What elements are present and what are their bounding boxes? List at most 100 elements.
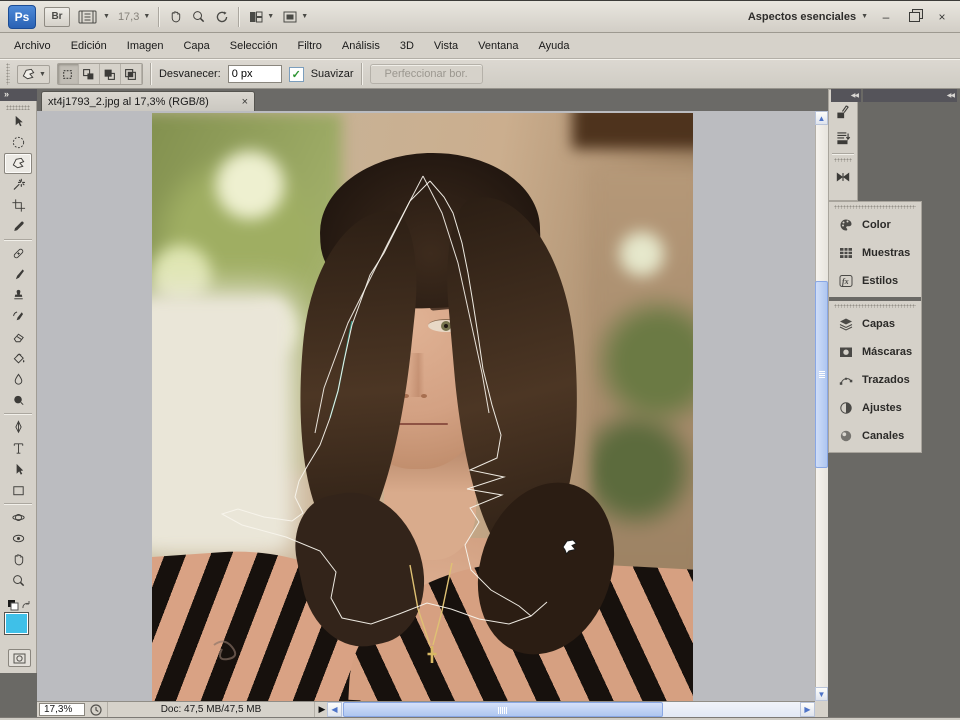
feather-input[interactable] — [228, 65, 282, 83]
layers-panel-button[interactable]: Capas — [829, 310, 921, 338]
default-colors-icon[interactable] — [7, 599, 31, 611]
masks-panel-button[interactable]: Máscaras — [829, 338, 921, 366]
swatches-panel-button[interactable]: Muestras — [829, 239, 921, 267]
restore-button[interactable] — [904, 8, 924, 26]
workspace-switcher[interactable]: Aspectos esenciales ▼ — [748, 11, 868, 23]
menu-filtro[interactable]: Filtro — [287, 36, 331, 56]
scroll-left-button[interactable]: ◀ — [327, 702, 342, 717]
color-panel-button[interactable]: Color — [829, 211, 921, 239]
move-tool[interactable] — [4, 111, 32, 132]
new-selection-button[interactable] — [58, 64, 79, 84]
panel-label: Trazados — [862, 374, 910, 386]
panel-dock: ◀◀ ◀◀ Color Muestras Estilos — [828, 89, 960, 717]
hand-tool-shortcut[interactable] — [168, 9, 183, 24]
document-tab[interactable]: xt4j1793_2.jpg al 17,3% (RGB/8) × — [41, 91, 255, 111]
eyedropper-tool[interactable] — [4, 216, 32, 237]
scroll-down-button[interactable]: ▼ — [815, 687, 828, 701]
selection-mode-group — [57, 63, 143, 85]
horizontal-scrollbar[interactable]: ◀ ▶ — [327, 702, 815, 717]
history-brush-tool[interactable] — [4, 306, 32, 327]
divider — [4, 413, 32, 415]
channels-panel-button[interactable]: Canales — [829, 422, 921, 450]
elliptical-marquee-tool[interactable] — [4, 132, 32, 153]
restore-icon — [909, 12, 920, 22]
screen-mode-button[interactable]: ▼ — [282, 9, 308, 25]
arrange-documents-button[interactable]: ▼ — [248, 9, 274, 25]
menu-imagen[interactable]: Imagen — [117, 36, 174, 56]
polygonal-lasso-icon — [23, 69, 33, 78]
type-tool[interactable] — [4, 438, 32, 459]
menu-ayuda[interactable]: Ayuda — [529, 36, 580, 56]
menu-ventana[interactable]: Ventana — [468, 36, 528, 56]
grip-handle[interactable] — [6, 63, 10, 85]
menu-edicion[interactable]: Edición — [61, 36, 117, 56]
polygonal-lasso-tool[interactable] — [4, 153, 32, 174]
styles-panel-button[interactable]: Estilos — [829, 267, 921, 295]
intersect-selection-button[interactable] — [121, 64, 142, 84]
photo-document[interactable] — [152, 113, 693, 701]
zoom-tool-shortcut[interactable] — [191, 9, 206, 24]
zoom-percent-field[interactable]: 17,3% — [39, 703, 85, 716]
hand-tool[interactable] — [4, 549, 32, 570]
menu-capa[interactable]: Capa — [173, 36, 219, 56]
adjustments-panel-button[interactable]: Ajustes — [829, 394, 921, 422]
clone-stamp-tool[interactable] — [4, 285, 32, 306]
blur-tool[interactable] — [4, 369, 32, 390]
history-icon — [837, 133, 849, 144]
grip-handle[interactable] — [834, 205, 916, 209]
crop-tool[interactable] — [4, 195, 32, 216]
eraser-tool[interactable] — [4, 327, 32, 348]
divider — [4, 503, 32, 505]
menu-archivo[interactable]: Archivo — [4, 36, 61, 56]
path-selection-tool[interactable] — [4, 459, 32, 480]
magic-wand-tool[interactable] — [4, 174, 32, 195]
3d-rotate-tool[interactable] — [4, 507, 32, 528]
pen-tool[interactable] — [4, 417, 32, 438]
rotate-view-button[interactable] — [214, 9, 230, 25]
subtract-from-selection-button[interactable] — [100, 64, 121, 84]
quick-mask-button[interactable] — [8, 649, 31, 667]
burn-tool[interactable] — [4, 390, 32, 411]
history-panel-button[interactable] — [829, 125, 857, 151]
grip-handle[interactable] — [6, 105, 30, 110]
refine-edge-button[interactable]: Perfeccionar bor. — [370, 64, 483, 84]
brushes-panel-button[interactable] — [829, 164, 857, 190]
launch-bridge-button[interactable]: Br — [44, 7, 70, 27]
minimize-button[interactable]: – — [876, 8, 896, 26]
background-beam — [572, 113, 693, 149]
close-button[interactable]: × — [932, 8, 952, 26]
add-to-selection-button[interactable] — [79, 64, 100, 84]
scroll-up-button[interactable]: ▲ — [815, 111, 828, 125]
scroll-right-button[interactable]: ▶ — [800, 702, 815, 717]
menu-vista[interactable]: Vista — [424, 36, 468, 56]
spot-healing-brush-tool[interactable] — [4, 243, 32, 264]
vertical-scrollbar-thumb[interactable] — [815, 281, 828, 468]
3d-orbit-tool[interactable] — [4, 528, 32, 549]
zoom-level-control[interactable]: 17,3 ▼ — [118, 11, 150, 23]
brush-tool[interactable] — [4, 264, 32, 285]
dock-collapse-button[interactable]: ◀◀ — [863, 89, 957, 102]
tools-panel-collapse-button[interactable]: » — [0, 89, 37, 101]
foreground-color-swatch[interactable] — [5, 613, 28, 634]
horizontal-scrollbar-thumb[interactable] — [343, 702, 663, 717]
rectangle-tool[interactable] — [4, 480, 32, 501]
paint-bucket-tool[interactable] — [4, 348, 32, 369]
clone-source-panel-button[interactable] — [829, 99, 857, 125]
menu-analisis[interactable]: Análisis — [332, 36, 390, 56]
antialias-checkbox[interactable]: ✓ — [289, 67, 304, 82]
canvas-area[interactable] — [37, 111, 815, 701]
polygonal-lasso-cursor — [561, 538, 579, 556]
tool-preset-picker[interactable]: ▼ — [17, 65, 50, 84]
view-extras-button[interactable]: ▼ — [78, 9, 110, 25]
grip-handle[interactable] — [834, 158, 852, 162]
menu-3d[interactable]: 3D — [390, 36, 424, 56]
color-panel-icon — [841, 220, 852, 231]
brushes-icon — [837, 173, 849, 182]
clone-source-icon — [837, 106, 848, 118]
dock-collapse-button[interactable]: ◀◀ — [831, 89, 861, 102]
grip-handle[interactable] — [834, 304, 916, 308]
paths-panel-button[interactable]: Trazados — [829, 366, 921, 394]
close-tab-icon[interactable]: × — [242, 96, 248, 108]
zoom-tool[interactable] — [4, 570, 32, 591]
menu-seleccion[interactable]: Selección — [220, 36, 288, 56]
